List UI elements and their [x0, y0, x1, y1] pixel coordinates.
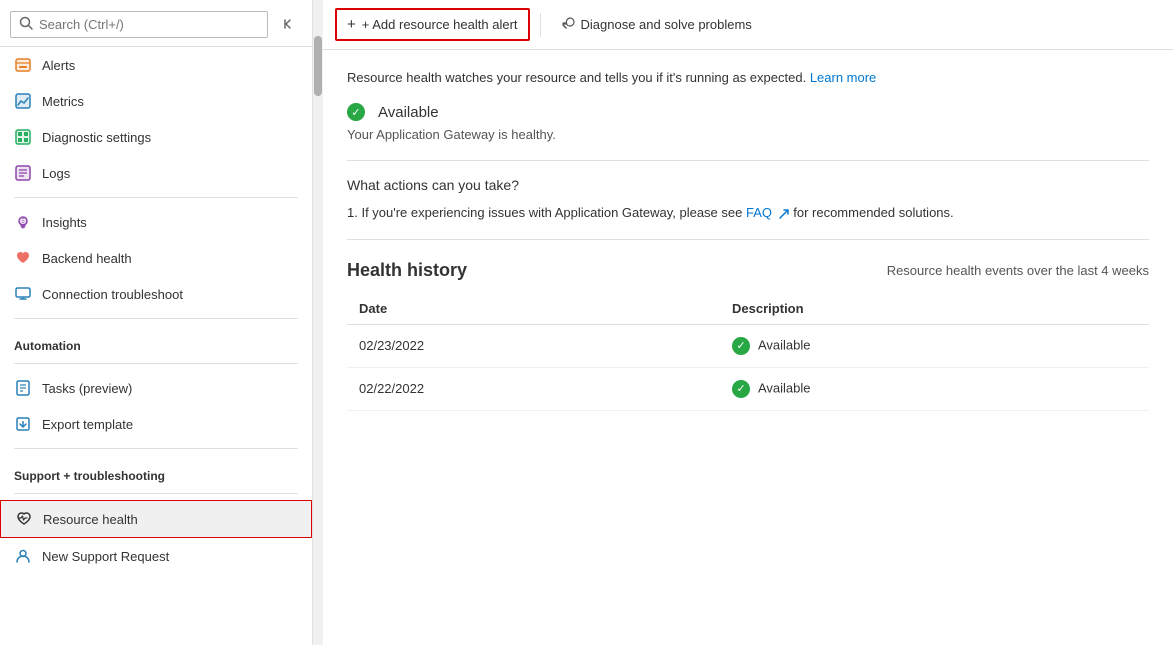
row-check-icon: ✓: [732, 380, 750, 398]
sidebar-scrollbar[interactable]: [313, 0, 323, 645]
log-icon: [14, 164, 32, 182]
status-description: Your Application Gateway is healthy.: [347, 127, 1149, 142]
tasks-icon: [14, 379, 32, 397]
bulb-icon: [14, 213, 32, 231]
row-date: 02/23/2022: [347, 324, 720, 367]
logs-label: Logs: [42, 166, 70, 181]
health-history-subtitle: Resource health events over the last 4 w…: [887, 263, 1149, 278]
sidebar-item-export[interactable]: Export template: [0, 406, 312, 442]
sidebar: Alerts Metrics: [0, 0, 313, 645]
sidebar-item-metrics[interactable]: Metrics: [0, 83, 312, 119]
connection-troubleshoot-label: Connection troubleshoot: [42, 287, 183, 302]
export-icon: [14, 415, 32, 433]
col-description: Description: [720, 293, 1149, 325]
wrench-icon: [561, 16, 575, 33]
sidebar-divider-3: [14, 363, 298, 364]
row-description: ✓ Available: [720, 367, 1149, 410]
grid-icon: [14, 128, 32, 146]
main-content: + + Add resource health alert Diagnose a…: [323, 0, 1173, 645]
col-date: Date: [347, 293, 720, 325]
sidebar-item-tasks[interactable]: Tasks (preview): [0, 370, 312, 406]
diagnose-label: Diagnose and solve problems: [581, 17, 752, 32]
faq-link[interactable]: FAQ: [746, 205, 772, 220]
sidebar-item-diagnostic[interactable]: Diagnostic settings: [0, 119, 312, 155]
heart-icon: [14, 249, 32, 267]
learn-more-link[interactable]: Learn more: [810, 70, 876, 85]
toolbar: + + Add resource health alert Diagnose a…: [323, 0, 1173, 50]
sidebar-scroll: Alerts Metrics: [0, 47, 312, 645]
sidebar-divider-2: [14, 318, 298, 319]
status-text: Available: [378, 104, 439, 121]
actions-title: What actions can you take?: [347, 177, 1149, 193]
add-resource-health-alert-button[interactable]: + + Add resource health alert: [335, 8, 530, 41]
metrics-label: Metrics: [42, 94, 84, 109]
divider-1: [347, 160, 1149, 161]
diagnose-button[interactable]: Diagnose and solve problems: [551, 10, 762, 39]
add-icon: +: [347, 16, 356, 33]
search-input-wrap[interactable]: [10, 11, 268, 38]
collapse-button[interactable]: [274, 10, 302, 38]
sidebar-item-logs[interactable]: Logs: [0, 155, 312, 191]
new-support-label: New Support Request: [42, 549, 169, 564]
bell-icon: [14, 56, 32, 74]
tasks-label: Tasks (preview): [42, 381, 132, 396]
insights-label: Insights: [42, 215, 87, 230]
sidebar-divider-5: [14, 493, 298, 494]
add-alert-label: + Add resource health alert: [362, 17, 518, 32]
status-row: ✓ Available: [347, 103, 1149, 121]
sidebar-divider-1: [14, 197, 298, 198]
scrollbar-thumb: [314, 36, 322, 96]
table-row: 02/22/2022✓ Available: [347, 367, 1149, 410]
divider-2: [347, 239, 1149, 240]
description-text: Resource health watches your resource an…: [347, 70, 1149, 85]
available-check-icon: ✓: [347, 103, 365, 121]
search-bar: [0, 0, 312, 47]
chart-icon: [14, 92, 32, 110]
sidebar-item-alerts[interactable]: Alerts: [0, 47, 312, 83]
automation-header: Automation: [0, 325, 312, 357]
support-header: Support + troubleshooting: [0, 455, 312, 487]
table-row: 02/23/2022✓ Available: [347, 324, 1149, 367]
export-label: Export template: [42, 417, 133, 432]
sidebar-item-insights[interactable]: Insights: [0, 204, 312, 240]
row-description: ✓ Available: [720, 324, 1149, 367]
action-item-1: 1. If you're experiencing issues with Ap…: [347, 203, 1149, 223]
sidebar-item-connection-troubleshoot[interactable]: Connection troubleshoot: [0, 276, 312, 312]
row-check-icon: ✓: [732, 337, 750, 355]
content-body: Resource health watches your resource an…: [323, 50, 1173, 645]
sidebar-item-resource-health[interactable]: Resource health: [0, 500, 312, 538]
toolbar-divider: [540, 13, 541, 37]
alerts-label: Alerts: [42, 58, 75, 73]
health-history-header: Health history Resource health events ov…: [347, 260, 1149, 281]
search-icon: [19, 16, 33, 33]
row-date: 02/22/2022: [347, 367, 720, 410]
monitor-icon: [14, 285, 32, 303]
search-input[interactable]: [39, 17, 259, 32]
person-icon: [14, 547, 32, 565]
history-table: Date Description 02/23/2022✓ Available02…: [347, 293, 1149, 411]
heart-monitor-icon: [15, 510, 33, 528]
sidebar-divider-4: [14, 448, 298, 449]
diagnostic-label: Diagnostic settings: [42, 130, 151, 145]
sidebar-item-backend-health[interactable]: Backend health: [0, 240, 312, 276]
backend-health-label: Backend health: [42, 251, 132, 266]
sidebar-item-new-support[interactable]: New Support Request: [0, 538, 312, 574]
resource-health-label: Resource health: [43, 512, 138, 527]
health-history-title: Health history: [347, 260, 467, 281]
